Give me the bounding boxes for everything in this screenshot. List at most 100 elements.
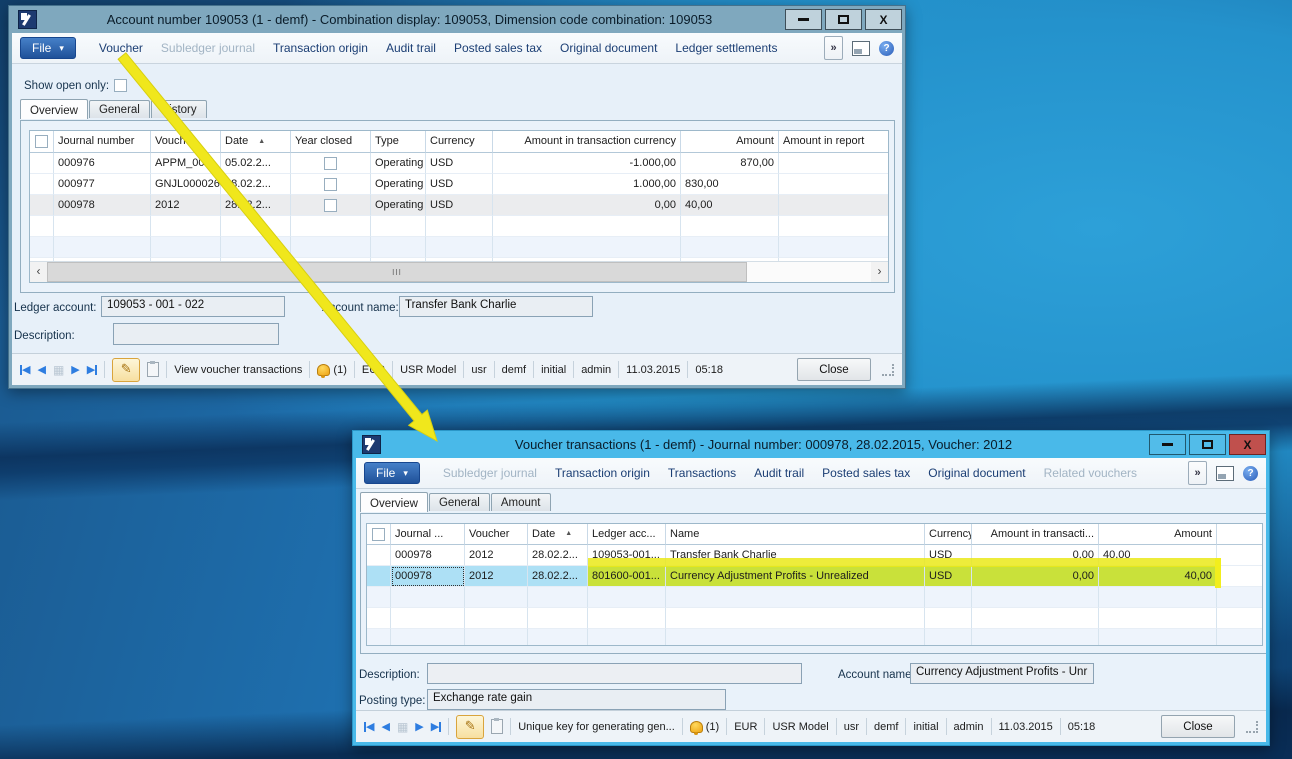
menu-item-posted-sales-tax[interactable]: Posted sales tax <box>445 41 551 55</box>
layout-pane-icon[interactable] <box>1216 466 1234 481</box>
last-record-button[interactable]: ▶ <box>431 720 441 733</box>
last-record-button[interactable]: ▶ <box>87 363 97 376</box>
col-journal[interactable]: Journal ... <box>391 524 465 545</box>
account-name-label: Account name: <box>322 297 399 319</box>
col-journal-number[interactable]: Journal number <box>54 131 151 153</box>
table-row-selected[interactable]: 000978 2012 28.02.2... Operating USD 0,0… <box>30 195 888 216</box>
minimize-button[interactable] <box>1149 434 1186 455</box>
menu-item-transaction-origin[interactable]: Transaction origin <box>264 41 377 55</box>
col-amount[interactable]: Amount <box>681 131 779 153</box>
menu-item-voucher[interactable]: Voucher <box>90 41 152 55</box>
year-closed-checkbox[interactable] <box>324 199 337 212</box>
resize-grip[interactable] <box>882 364 894 376</box>
col-voucher[interactable]: Voucher <box>151 131 221 153</box>
edit-record-button[interactable]: ✎ <box>456 715 484 739</box>
first-record-button[interactable]: ◀ <box>364 720 374 733</box>
account-name-field[interactable]: Transfer Bank Charlie <box>399 296 593 317</box>
year-closed-checkbox[interactable] <box>324 157 337 170</box>
next-record-button[interactable]: ▶ <box>71 363 79 376</box>
account-number-window[interactable]: Account number 109053 (1 - demf) - Combi… <box>8 5 906 389</box>
select-all-checkbox[interactable] <box>372 528 385 541</box>
ledger-account-label: Ledger account: <box>14 297 96 319</box>
description-field[interactable] <box>427 663 802 684</box>
table-row[interactable]: 000978 2012 28.02.2... 109053-001... Tra… <box>367 545 1262 566</box>
col-amount-txn[interactable]: Amount in transaction currency <box>493 131 681 153</box>
file-menu-button[interactable]: File ▾ <box>20 37 76 59</box>
scroll-left-button[interactable]: ‹ <box>30 262 47 282</box>
col-amount-report[interactable]: Amount in report <box>779 131 889 153</box>
tab-overview[interactable]: Overview <box>360 492 428 512</box>
maximize-button[interactable] <box>1189 434 1226 455</box>
menu-item-transactions[interactable]: Transactions <box>659 466 745 480</box>
previous-record-button[interactable]: ◀ <box>37 363 45 376</box>
table-row-selected-highlighted[interactable]: 000978 2012 28.02.2... 801600-001... Cur… <box>367 566 1262 587</box>
tab-history[interactable]: History <box>151 100 207 118</box>
voucher-transactions-window[interactable]: Voucher transactions (1 - demf) - Journa… <box>352 430 1270 746</box>
col-amount[interactable]: Amount <box>1099 524 1217 545</box>
status-partition: initial <box>913 721 938 733</box>
col-date[interactable]: Date▲ <box>528 524 588 545</box>
title-bar[interactable]: Account number 109053 (1 - demf) - Combi… <box>12 6 902 33</box>
tab-general[interactable]: General <box>429 493 490 511</box>
col-date[interactable]: Date▲ <box>221 131 291 153</box>
col-amount-txn[interactable]: Amount in transacti... <box>972 524 1099 545</box>
description-label: Description: <box>14 325 75 347</box>
menu-item-audit-trail[interactable]: Audit trail <box>745 466 813 480</box>
notifications-button[interactable]: (1) <box>690 721 719 733</box>
next-record-button[interactable]: ▶ <box>415 720 423 733</box>
menu-item-original-document[interactable]: Original document <box>551 41 666 55</box>
table-row[interactable]: 000976 APPM_00... 05.02.2... Operating U… <box>30 153 888 174</box>
menu-item-transaction-origin[interactable]: Transaction origin <box>546 466 659 480</box>
col-currency[interactable]: Currency <box>426 131 493 153</box>
menu-item-posted-sales-tax[interactable]: Posted sales tax <box>813 466 919 480</box>
chevron-down-icon: ▾ <box>59 43 64 54</box>
col-voucher[interactable]: Voucher <box>465 524 528 545</box>
menu-item-original-document[interactable]: Original document <box>919 466 1034 480</box>
title-bar[interactable]: Voucher transactions (1 - demf) - Journa… <box>356 431 1266 458</box>
col-ledger-account[interactable]: Ledger acc... <box>588 524 666 545</box>
maximize-button[interactable] <box>825 9 862 30</box>
col-currency[interactable]: Currency <box>925 524 972 545</box>
horizontal-scrollbar[interactable]: ‹ III › <box>30 261 888 282</box>
first-record-button[interactable]: ◀ <box>20 363 30 376</box>
previous-record-button[interactable]: ◀ <box>381 720 389 733</box>
status-company: demf <box>874 721 898 733</box>
paste-button[interactable] <box>147 360 159 380</box>
scrollbar-thumb[interactable]: III <box>47 262 747 282</box>
close-window-button[interactable]: X <box>1229 434 1266 455</box>
scroll-right-button[interactable]: › <box>871 262 888 282</box>
menu-bar: File ▾ Subledger journal Transaction ori… <box>356 458 1266 489</box>
close-button[interactable]: Close <box>1161 715 1235 738</box>
menu-overflow-button[interactable]: » <box>824 36 843 60</box>
menu-item-audit-trail[interactable]: Audit trail <box>377 41 445 55</box>
col-type[interactable]: Type <box>371 131 426 153</box>
resize-grip[interactable] <box>1246 721 1258 733</box>
menu-item-ledger-settlements[interactable]: Ledger settlements <box>666 41 786 55</box>
dynamics-ax-icon <box>362 435 381 454</box>
paste-button[interactable] <box>491 717 503 737</box>
posting-type-field[interactable]: Exchange rate gain <box>427 689 726 710</box>
table-row[interactable]: 000977 GNJL000026 08.02.2... Operating U… <box>30 174 888 195</box>
file-menu-button[interactable]: File ▾ <box>364 462 420 484</box>
col-year-closed[interactable]: Year closed <box>291 131 371 153</box>
minimize-button[interactable] <box>785 9 822 30</box>
notifications-button[interactable]: (1) <box>317 364 346 376</box>
help-icon[interactable]: ? <box>1243 466 1258 481</box>
select-all-checkbox[interactable] <box>35 135 48 148</box>
tab-general[interactable]: General <box>89 100 150 118</box>
show-open-only-checkbox[interactable] <box>114 79 127 92</box>
scrollbar-track[interactable] <box>747 262 871 282</box>
account-name-field[interactable]: Currency Adjustment Profits - Unr <box>910 663 1094 684</box>
description-field[interactable] <box>113 323 279 345</box>
tab-amount[interactable]: Amount <box>491 493 551 511</box>
year-closed-checkbox[interactable] <box>324 178 337 191</box>
col-name[interactable]: Name <box>666 524 925 545</box>
tab-overview[interactable]: Overview <box>20 99 88 119</box>
layout-pane-icon[interactable] <box>852 41 870 56</box>
close-button[interactable]: Close <box>797 358 871 381</box>
edit-record-button[interactable]: ✎ <box>112 358 140 382</box>
menu-overflow-button[interactable]: » <box>1188 461 1207 485</box>
ledger-account-field[interactable]: 109053 - 001 - 022 <box>101 296 285 317</box>
help-icon[interactable]: ? <box>879 41 894 56</box>
close-window-button[interactable]: X <box>865 9 902 30</box>
